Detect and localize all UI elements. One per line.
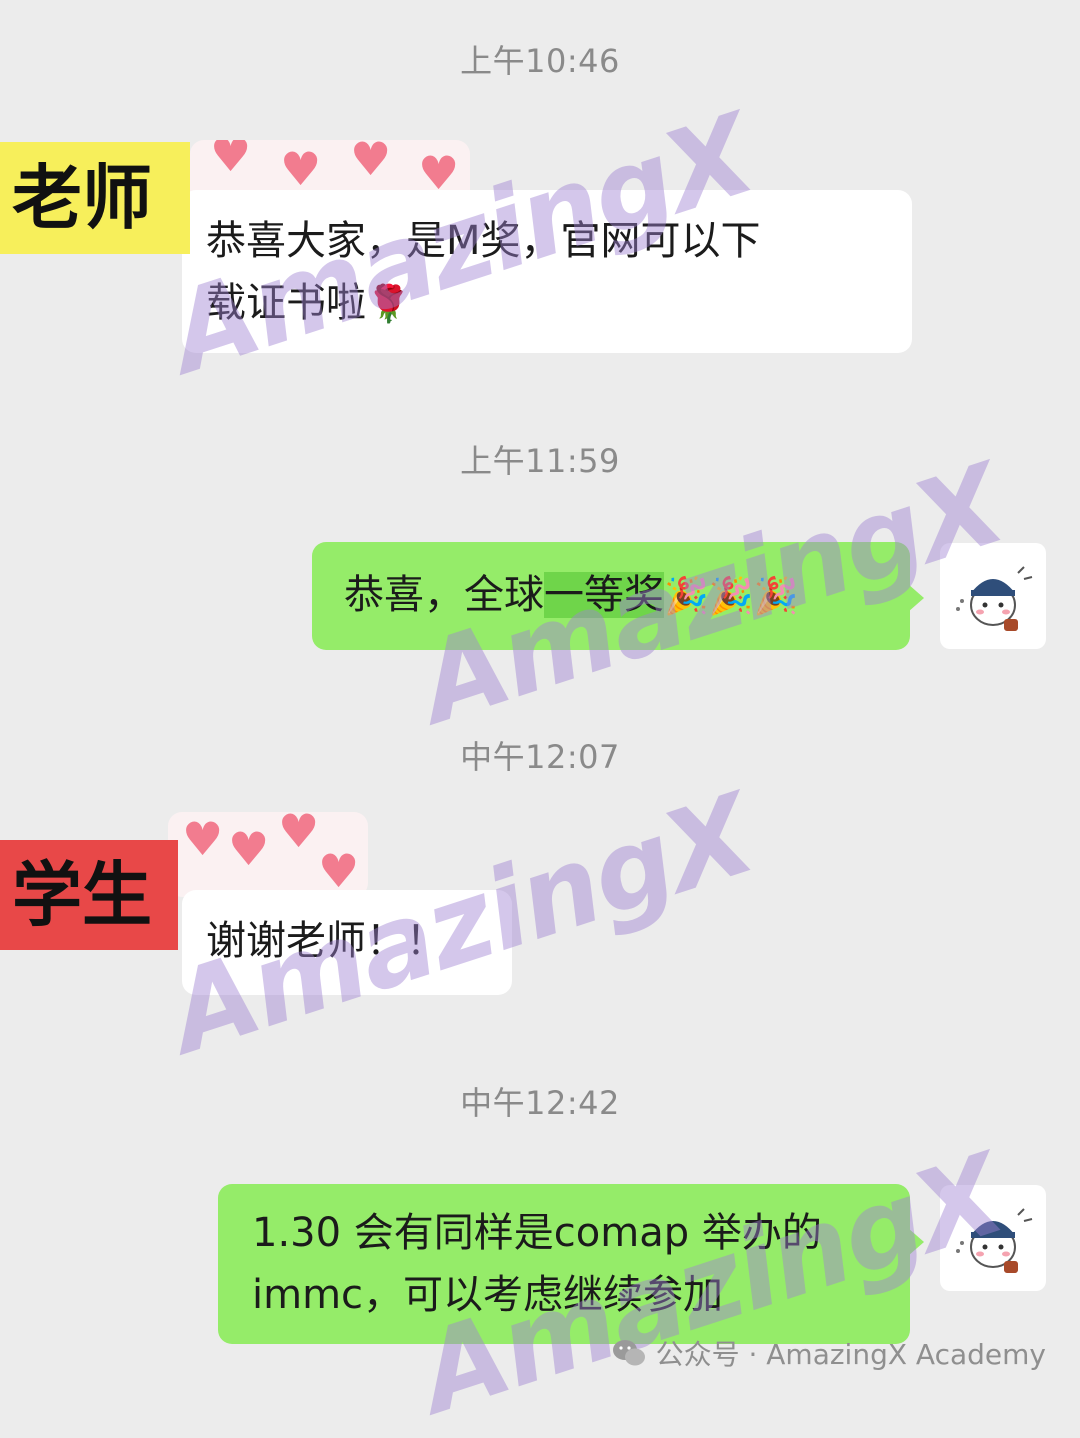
message-bubble-self[interactable]: 恭喜，全球一等奖🎉🎉🎉 (312, 542, 910, 650)
avatar-cartoon-icon (956, 566, 1033, 631)
heart-icon: ♥ (318, 844, 360, 897)
message-bubble-self[interactable]: 1.30 会有同样是comap 举办的 immc，可以考虑继续参加 (218, 1184, 910, 1344)
heart-icon: ♥ (350, 140, 392, 186)
heart-sticker-background: ♥ ♥ ♥ ♥ (168, 812, 368, 897)
timestamp: 上午10:46 (460, 42, 620, 80)
timestamp: 中午12:42 (460, 1084, 620, 1122)
rose-icon: 🌹 (366, 284, 411, 325)
message-bubble-student[interactable]: 谢谢老师！！ (182, 890, 512, 995)
wechat-icon (612, 1340, 645, 1366)
message-text: immc，可以考虑继续参加 (252, 1272, 724, 1318)
party-popper-icon: 🎉🎉🎉 (664, 576, 799, 617)
message-text: 恭喜大家，是M奖，官网可以下 (206, 218, 761, 264)
avatar[interactable] (940, 543, 1046, 649)
heart-icon: ♥ (278, 812, 320, 858)
message-bubble-teacher[interactable]: 恭喜大家，是M奖，官网可以下 载证书啦🌹 (182, 190, 912, 353)
avatar-cartoon-icon (956, 1208, 1033, 1273)
heart-icon: ♥ (280, 142, 322, 196)
teacher-tag: 老师 (0, 142, 190, 254)
message-text: 1.30 会有同样是comap 举办的 (252, 1210, 822, 1256)
heart-icon: ♥ (228, 822, 270, 876)
student-tag: 学生 (0, 840, 178, 950)
footer-credit: 公众号 · AmazingX Academy (612, 1333, 1046, 1373)
heart-icon: ♥ (210, 140, 252, 182)
message-text: 谢谢老师！！ (206, 918, 446, 964)
timestamp: 中午12:07 (460, 738, 620, 776)
timestamp: 上午11:59 (460, 442, 620, 480)
heart-icon: ♥ (182, 812, 224, 866)
avatar[interactable] (940, 1185, 1046, 1291)
message-text: 载证书啦🌹 (206, 280, 411, 326)
bubble-tail (908, 1228, 924, 1256)
message-highlight: 一等奖 (544, 572, 664, 618)
message-text: 恭喜，全球 (344, 572, 544, 618)
footer-text: 公众号 · AmazingX Academy (655, 1338, 1046, 1371)
bubble-tail (908, 584, 924, 612)
